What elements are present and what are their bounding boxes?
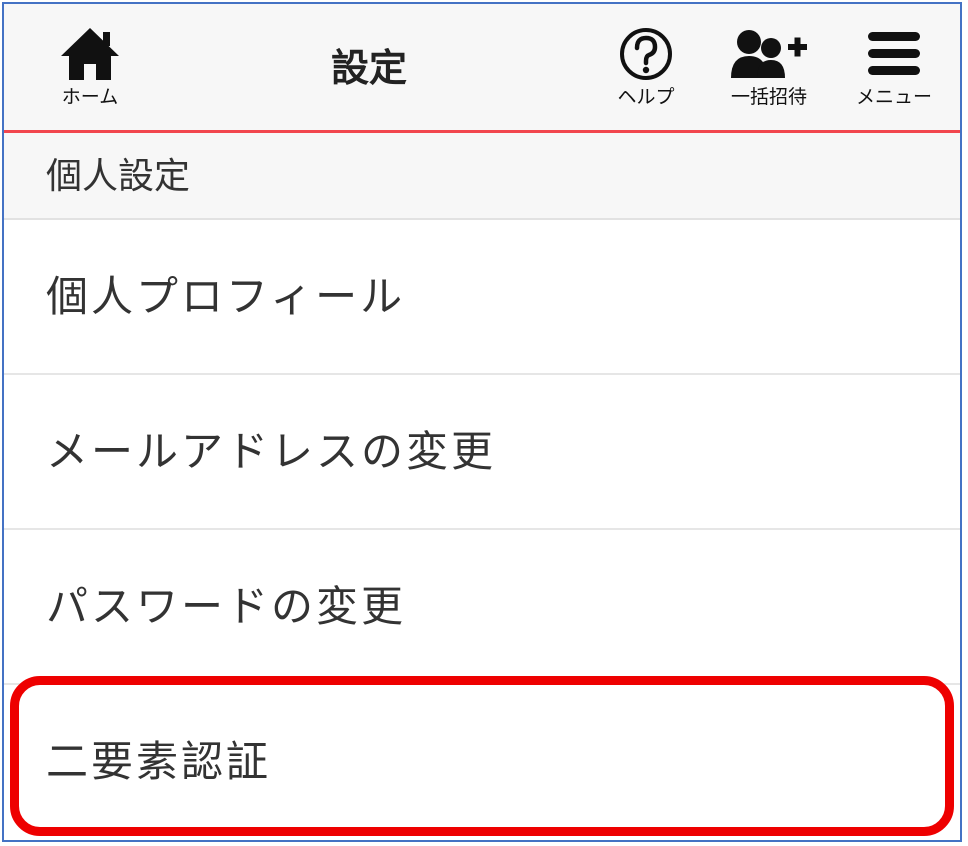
section-header: 個人設定 (4, 133, 960, 220)
add-users-icon (731, 30, 807, 78)
list-item-change-password[interactable]: パスワードの変更 (4, 530, 960, 685)
help-button[interactable]: ヘルプ (606, 24, 686, 108)
page-title: 設定 (330, 46, 407, 90)
help-label: ヘルプ (617, 86, 675, 108)
menu-label: メニュー (855, 86, 932, 108)
bulk-invite-button[interactable]: 一括招待 (716, 24, 822, 108)
home-label: ホーム (61, 86, 119, 108)
menu-button[interactable]: メニュー (842, 24, 946, 108)
list-item-change-email[interactable]: メールアドレスの変更 (4, 375, 960, 530)
list-item-label: 個人プロフィール (46, 272, 406, 321)
list-item-label: パスワードの変更 (46, 582, 407, 631)
list-item-profile[interactable]: 個人プロフィール (4, 220, 960, 375)
list-item-label: メールアドレスの変更 (46, 427, 497, 476)
hamburger-menu-icon (868, 32, 920, 75)
home-button[interactable]: ホーム (48, 24, 132, 108)
app-header: ホーム 設定 ヘルプ 一括招待 メニュー (4, 4, 960, 133)
app-frame: ホーム 設定 ヘルプ 一括招待 メニュー 個人設定 個人プロフィール メールアド… (2, 2, 962, 842)
list-item-two-factor-auth[interactable]: 二要素認証 (4, 685, 960, 840)
section-title: 個人設定 (46, 156, 191, 197)
help-circle-icon (620, 28, 672, 80)
home-icon (61, 28, 119, 80)
bulk-invite-label: 一括招待 (730, 86, 807, 108)
list-item-label: 二要素認証 (46, 737, 272, 786)
